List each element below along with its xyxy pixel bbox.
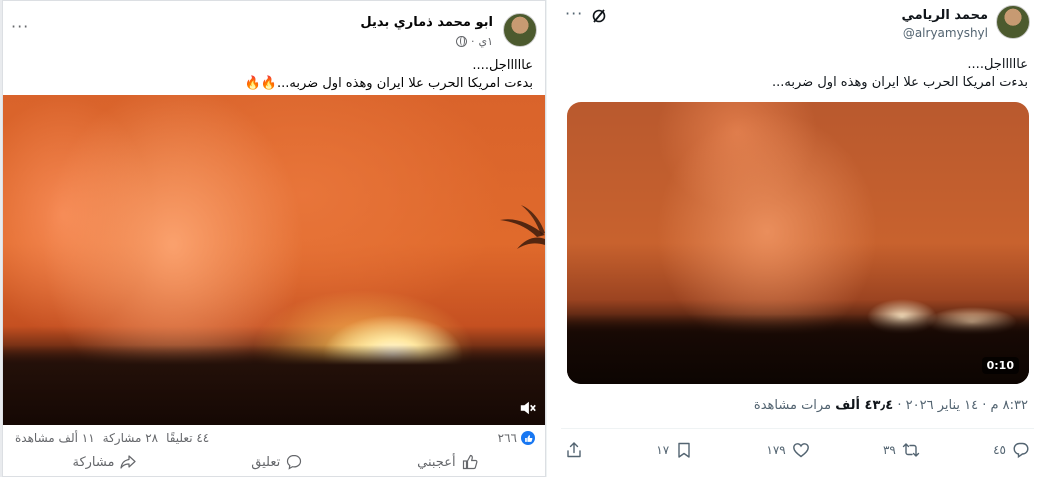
comment-label: تعليق [251,454,281,470]
avatar[interactable] [996,5,1030,39]
engagement-stats: ٤٤ تعليقًا ٢٨ مشاركة ١١ ألف مشاهدة [15,431,209,445]
retweet-icon [902,443,920,457]
reactions-summary[interactable]: ٢٦٦ [498,431,535,445]
tweet-video[interactable]: 0:10 [567,102,1029,384]
share-icon [567,442,581,458]
post-text-line-1: عاااااجل.... [472,58,533,73]
post-actions: أعجبني تعليق مشاركة [15,451,535,473]
share-label: مشاركة [72,454,115,470]
tweet-meta: ٨:٣٢ م · ١٤ يناير ٢٠٢٦ · ٤٣٫٤ ألف مرات م… [754,398,1028,413]
facebook-post: ابو محمد ذماري بديل ١ي · ··· عاااااجل...… [2,0,546,477]
tweet-text-line-2: بدءت امريكا الحرب علا ايران وهذه اول ضرب… [772,75,1028,90]
like-button[interactable]: ١٧٩ [766,440,809,460]
retweet-count: ٣٩ [882,443,896,457]
comment-bubble-icon [287,454,302,470]
shares-count[interactable]: ٢٨ مشاركة [103,431,158,445]
post-text: عاااااجل.... بدءت امريكا الحرب علا ايران… [15,57,533,93]
bookmark-button[interactable]: ١٧ [656,440,693,460]
grok-icon[interactable] [591,8,607,24]
reply-icon [1013,442,1029,459]
tweet-text-line-1: عاااااجل.... [967,57,1028,72]
author-name[interactable]: ابو محمد ذماري بديل [360,15,493,30]
avatar[interactable] [503,13,537,47]
comments-count[interactable]: ٤٤ تعليقًا [166,431,209,445]
views-count: ١١ ألف مشاهدة [15,431,95,445]
like-count: ١٧٩ [766,443,786,457]
post-stats: ٢٦٦ ٤٤ تعليقًا ٢٨ مشاركة ١١ ألف مشاهدة [15,431,535,447]
reply-count: ٤٥ [993,443,1006,457]
bookmark-count: ١٧ [656,443,670,457]
heart-icon [792,443,809,458]
author-name[interactable]: محمد الريامي [901,8,988,23]
divider [561,428,1034,429]
post-video[interactable] [3,95,545,425]
share-button[interactable] [565,440,583,460]
tweet-views-label: مرات مشاهدة [753,398,836,413]
post-meta: ١ي · [455,35,493,48]
likes-count: ٢٦٦ [497,431,517,445]
share-button[interactable]: مشاركة [72,451,137,473]
like-badge-icon [521,431,535,445]
more-options-icon[interactable]: ··· [11,17,29,36]
twitter-post: محمد الريامي @alryamyshyl ··· عاااااجل..… [546,0,1048,477]
comment-button[interactable]: تعليق [251,451,302,473]
author-handle[interactable]: @alryamyshyl [903,26,988,40]
tweet-text: عاااااجل.... بدءت امريكا الحرب علا ايران… [567,56,1028,92]
retweet-button[interactable]: ٣٩ [883,440,920,460]
thumbs-up-icon [462,454,478,470]
like-button[interactable]: أعجبني [417,451,478,473]
video-ground-silhouette [3,345,545,425]
bookmark-icon [678,442,690,458]
tweet-views-value: ٤٣٫٤ ألف [835,398,894,413]
more-options-icon[interactable]: ··· [565,4,583,23]
palm-tree-silhouette [500,205,545,249]
mute-icon[interactable] [519,399,537,417]
share-arrow-icon [120,455,137,469]
meta-separator: · [470,35,475,48]
video-duration: 0:10 [981,357,1019,374]
tweet-actions: ٤٥ ٣٩ ١٧٩ ١٧ [565,440,1030,460]
post-text-line-2: بدءت امريكا الحرب علا ايران وهذه اول ضرب… [244,76,533,91]
facebook-post-header: ابو محمد ذماري بديل ١ي · ··· [11,11,537,53]
globe-icon [455,36,467,47]
video-ground-silhouette [567,314,1029,384]
like-label: أعجبني [417,454,456,470]
post-time[interactable]: ١ي [478,35,493,48]
reply-button[interactable]: ٤٥ [993,440,1030,460]
screenshot-composite: ابو محمد ذماري بديل ١ي · ··· عاااااجل...… [0,0,1048,477]
tweet-timestamp[interactable]: ٨:٣٢ م · ١٤ يناير ٢٠٢٦ · [893,398,1028,413]
